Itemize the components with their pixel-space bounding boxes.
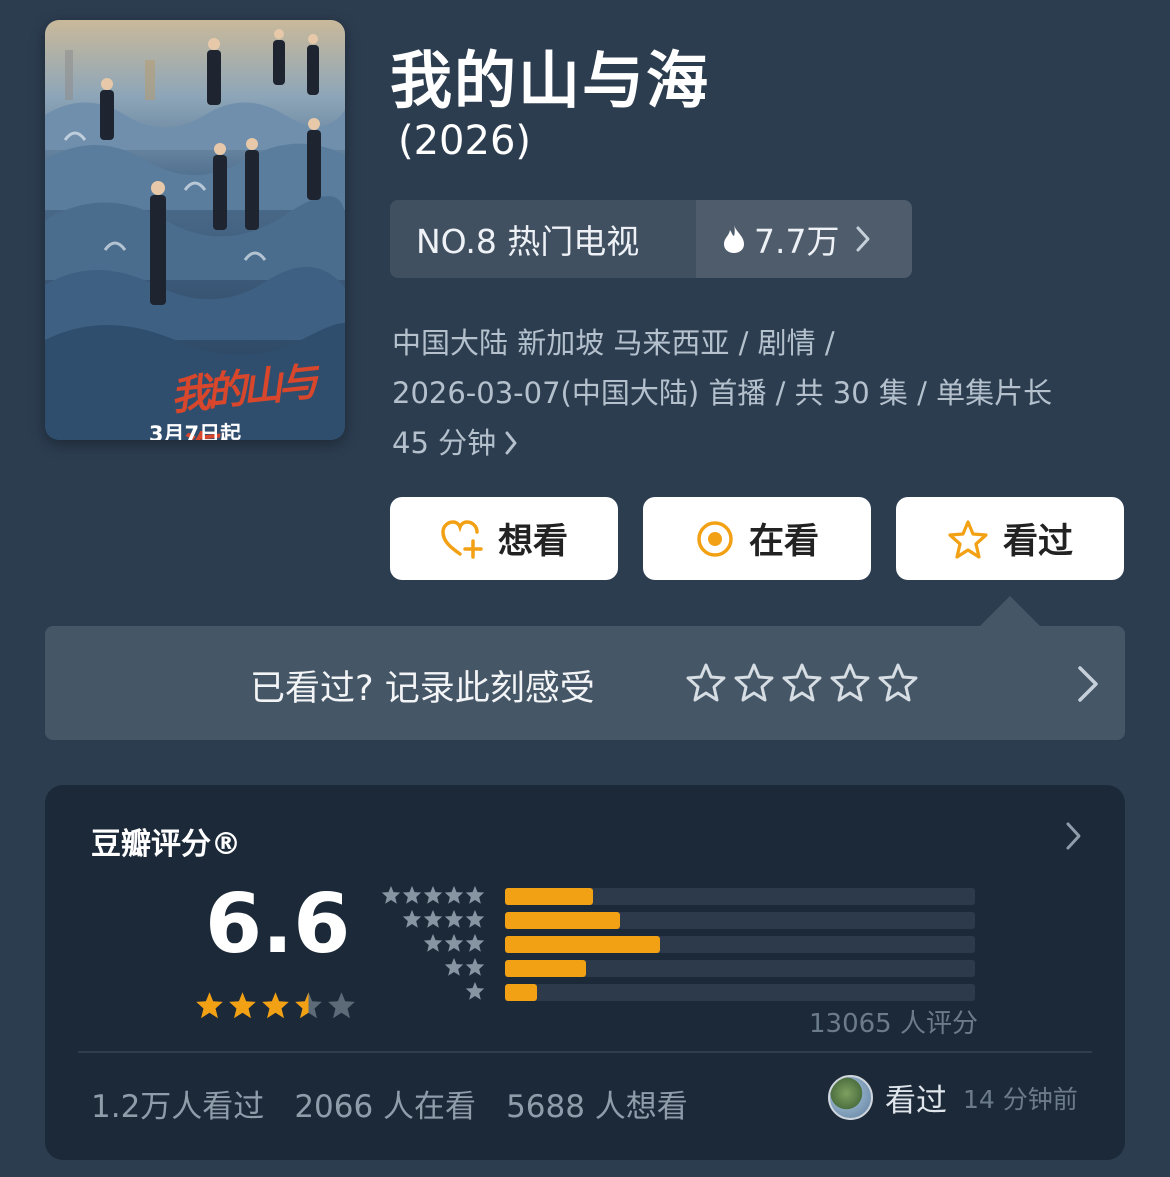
distribution-bar [505,960,586,977]
star-outline-icon[interactable] [829,662,871,704]
chevron-right-icon [505,431,517,455]
distribution-bar [505,912,620,929]
douban-rating-title: 豆瓣评分® [91,827,241,862]
meta-line-2: 2026-03-07(中国大陆) 首播 / 共 30 集 / 单集片长 [392,376,1053,410]
distribution-row [385,981,985,1005]
rating-caret [980,596,1040,626]
star-outline-icon[interactable] [733,662,775,704]
friend-status: 看过 [885,1083,947,1119]
distribution-bar [505,936,660,953]
want-to-watch-button[interactable]: 想看 [390,497,618,580]
score-stars [195,991,356,1020]
distribution-stars [465,981,485,1001]
page: 我的山与海 3月7日起 我的山与海 (2026) NO.8 热门电视 7.7万 … [0,0,1170,1177]
rank-label[interactable]: NO.8 热门电视 [390,200,696,278]
rating-star-icon [295,992,322,1019]
star-icon [423,909,443,928]
star-icon [381,885,401,904]
friend-activity[interactable]: 看过 14 分钟前 [828,1075,1078,1120]
star-icon [402,885,422,904]
distribution-row [381,885,985,909]
star-icon [444,909,464,928]
rating-star-icon [196,992,223,1019]
want-label: 想看 [497,522,568,562]
flame-icon [724,225,744,253]
friend-time: 14 分钟前 [963,1084,1078,1114]
star-icon [465,933,485,952]
watching-button[interactable]: 在看 [643,497,871,580]
card-divider [78,1051,1092,1053]
avatar[interactable] [828,1075,873,1120]
stat-watched[interactable]: 1.2万人看过 [91,1081,264,1126]
watched-label: 看过 [1002,522,1073,562]
star-icon [465,981,485,1000]
distribution-track [505,912,975,929]
distribution-row [385,909,985,933]
distribution-track [505,888,975,905]
watched-button[interactable]: 看过 [896,497,1124,580]
stat-want[interactable]: 5688 人想看 [506,1081,688,1126]
rating-stars-input[interactable] [685,662,919,704]
distribution-row [385,933,985,957]
distribution-stars [423,933,485,953]
star-icon [465,909,485,928]
star-outline-icon[interactable] [877,662,919,704]
watching-label: 在看 [748,522,819,562]
chevron-right-icon [856,226,870,252]
star-outline-icon[interactable] [685,662,727,704]
stat-watching[interactable]: 2066 人在看 [294,1081,476,1126]
release-year: (2026) [398,118,532,164]
watch-stats: 1.2万人看过 2066 人在看 5688 人想看 [91,1081,688,1126]
star-outline-icon[interactable] [781,662,823,704]
heat-count: 7.7万 [754,222,840,261]
distribution-bar [505,888,593,905]
page-title: 我的山与海 [390,44,711,117]
distribution-stars [381,885,485,905]
distribution-stars [444,957,485,977]
rating-prompt-bar[interactable]: 已看过? 记录此刻感受 [45,626,1125,740]
star-icon [465,957,485,976]
star-outline-icon [948,519,988,559]
douban-rating-card[interactable]: 豆瓣评分® 6.6 13065 人评分 1.2万人看过 2066 人在看 568… [45,785,1125,1160]
distribution-row [385,957,985,981]
meta-line-3: 45 分钟 [392,426,497,460]
distribution-track [505,960,975,977]
star-icon [465,885,485,904]
target-icon [697,520,733,557]
meta-line-1: 中国大陆 新加坡 马来西亚 / 剧情 / [392,326,835,360]
meta-duration[interactable]: 45 分钟 [392,418,518,468]
poster-image[interactable]: 我的山与海 3月7日起 [45,20,345,440]
rater-count[interactable]: 13065 人评分 [809,1003,978,1040]
chevron-right-icon[interactable] [1065,821,1083,851]
star-icon [402,909,422,928]
star-icon [444,957,464,976]
rating-star-icon [229,992,256,1019]
chevron-right-icon[interactable] [1075,664,1101,704]
rating-prompt-text: 已看过? 记录此刻感受 [250,669,595,709]
show-meta[interactable]: 中国大陆 新加坡 马来西亚 / 剧情 / 2026-03-07(中国大陆) 首播… [392,318,1132,468]
heat-button[interactable]: 7.7万 [696,200,912,278]
poster-release-date: 3月7日起 [148,422,242,440]
rating-star-icon [262,992,289,1019]
douban-score: 6.6 [205,877,351,972]
heart-plus-icon [441,519,483,559]
star-icon [444,885,464,904]
rank-pill[interactable]: NO.8 热门电视 7.7万 [390,200,912,278]
star-icon [423,885,443,904]
star-icon [423,933,443,952]
distribution-stars [402,909,485,929]
distribution-bar [505,984,537,1001]
star-icon [444,933,464,952]
distribution-track [505,984,975,1001]
distribution-track [505,936,975,953]
rating-star-icon [328,992,355,1019]
